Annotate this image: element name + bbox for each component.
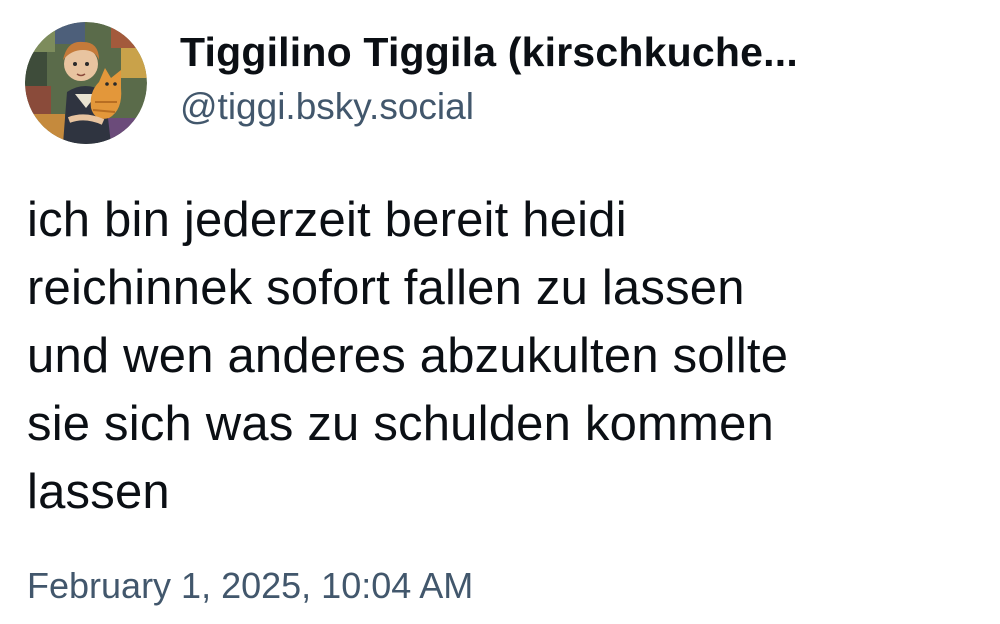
avatar[interactable]	[25, 22, 147, 144]
post-timestamp[interactable]: February 1, 2025, 10:04 AM	[27, 560, 473, 612]
author-info: Tiggilino Tiggila (kirschkuche... @tiggi…	[180, 26, 970, 130]
post-text: ich bin jederzeit bereit heidi reichinne…	[27, 193, 789, 519]
avatar-image-icon	[25, 22, 147, 144]
author-display-name[interactable]: Tiggilino Tiggila (kirschkuche...	[180, 26, 940, 78]
post-card: Tiggilino Tiggila (kirschkuche... @tiggi…	[0, 0, 1000, 624]
author-handle[interactable]: @tiggi.bsky.social	[180, 84, 970, 130]
